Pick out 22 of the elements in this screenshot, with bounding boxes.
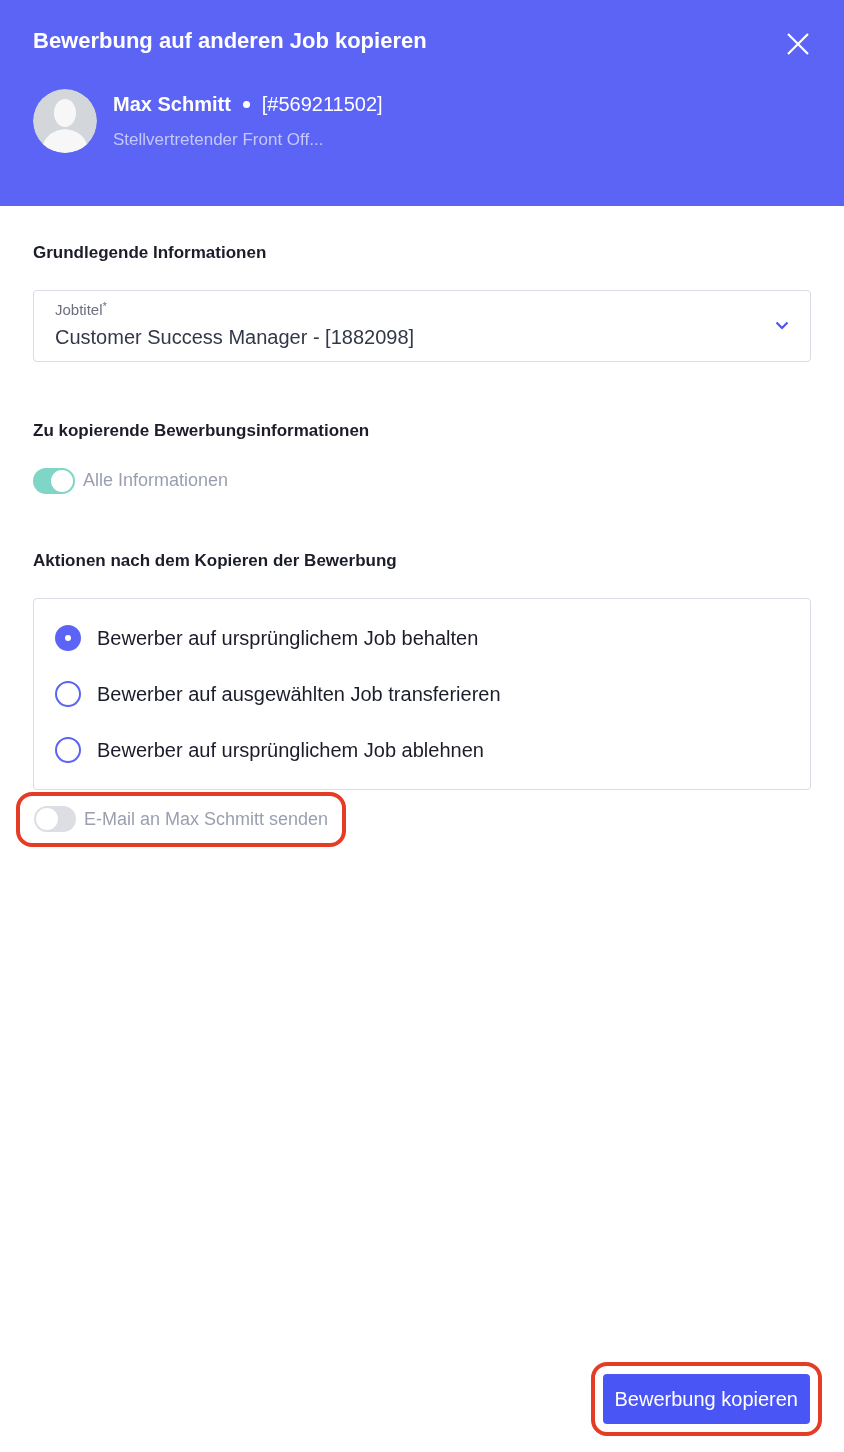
avatar-icon [33, 89, 97, 153]
required-mark: * [102, 299, 107, 312]
toggle-label: Alle Informationen [83, 469, 229, 492]
section-heading: Aktionen nach dem Kopieren der Bewerbung [33, 550, 398, 572]
candidate-name: Max Schmitt [113, 92, 231, 118]
toggle-label: E-Mail an Max Schmitt senden [84, 807, 329, 831]
dialog-title: Bewerbung auf anderen Job kopieren [33, 27, 427, 55]
field-value: Customer Success Manager - [1882098] [55, 324, 416, 350]
section-heading: Zu kopierende Bewerbungsinformationen [33, 419, 371, 442]
separator-dot [242, 100, 250, 108]
radio-option[interactable]: Bewerber auf ursprünglichem Job ablehnen [55, 734, 789, 765]
radio-option[interactable]: Bewerber auf ausgewählten Job transferieren [55, 678, 789, 709]
candidate-id: [#569211502] [261, 92, 383, 118]
field-label: Jobtitel [55, 301, 103, 319]
job-title-select[interactable]: Jobtitel$^{*}$ Customer Success Manager - [1882098] [33, 289, 811, 362]
toggle-switch[interactable] [33, 467, 75, 494]
candidate-position: Stellvertretender Front Off... [113, 129, 325, 152]
toggle-switch[interactable] [34, 806, 76, 832]
radio-option[interactable]: Bewerber auf ursprünglichem Job behalten [55, 622, 789, 653]
submit-button[interactable]: Bewerbung kopieren [602, 1374, 810, 1424]
section-heading: Grundlegende Informationen [33, 242, 268, 264]
chevron-down-icon [775, 321, 789, 330]
